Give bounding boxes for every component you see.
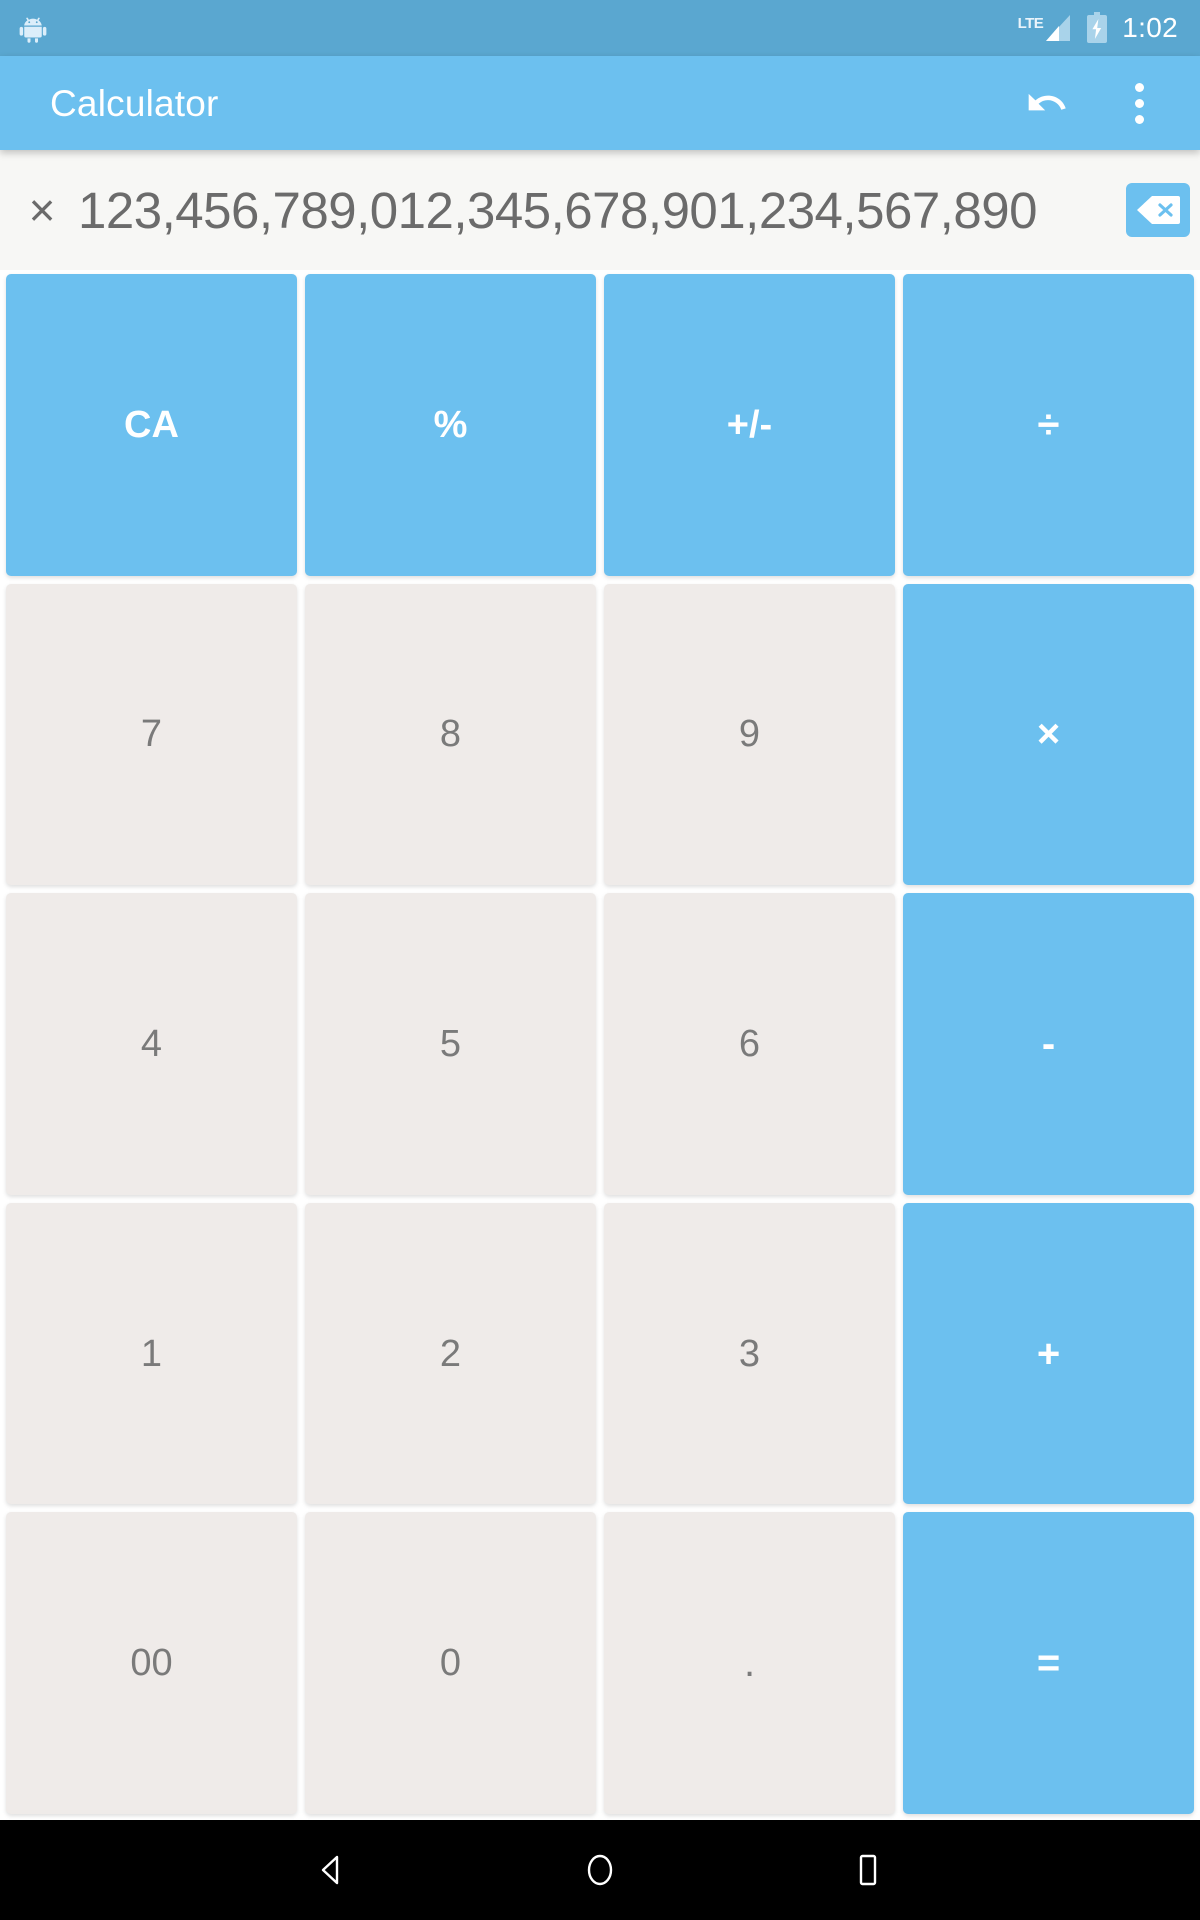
digit-3-button[interactable]: 3 bbox=[604, 1202, 895, 1505]
battery-charging-icon bbox=[1086, 12, 1108, 44]
clear-all-button[interactable]: CA bbox=[6, 274, 297, 576]
sign-toggle-button[interactable]: +/- bbox=[604, 274, 895, 576]
signal-bars-icon: LTE bbox=[1018, 13, 1073, 43]
keypad-row-1: CA % +/- ÷ bbox=[6, 274, 1194, 576]
display-operator: × bbox=[28, 184, 56, 236]
equals-button[interactable]: = bbox=[903, 1512, 1194, 1814]
undo-button[interactable] bbox=[1014, 70, 1080, 136]
divide-button[interactable]: ÷ bbox=[903, 274, 1194, 576]
nav-home-button[interactable] bbox=[561, 1831, 639, 1909]
status-bar: LTE 1:02 bbox=[0, 0, 1200, 56]
keypad-row-4: 1 2 3 + bbox=[6, 1202, 1194, 1505]
calculator-app-screen: LTE 1:02 Calculator × 123,456,789,012,34… bbox=[0, 0, 1200, 1920]
add-button[interactable]: + bbox=[903, 1202, 1194, 1505]
status-bar-left bbox=[18, 13, 48, 43]
network-type-label: LTE bbox=[1017, 15, 1044, 32]
status-bar-right: LTE 1:02 bbox=[1018, 12, 1178, 44]
status-bar-clock: 1:02 bbox=[1122, 12, 1178, 43]
nav-recents-button[interactable] bbox=[829, 1831, 907, 1909]
digit-5-button[interactable]: 5 bbox=[305, 893, 596, 1195]
back-triangle-icon bbox=[312, 1850, 352, 1890]
recents-square-icon bbox=[848, 1850, 888, 1890]
digit-7-button[interactable]: 7 bbox=[6, 583, 297, 886]
home-circle-icon bbox=[580, 1850, 620, 1890]
undo-icon bbox=[1025, 81, 1069, 125]
display-value: 123,456,789,012,345,678,901,234,567,890 bbox=[78, 184, 1037, 236]
digit-0-button[interactable]: 0 bbox=[305, 1512, 596, 1814]
overflow-menu-button[interactable] bbox=[1106, 70, 1172, 136]
keypad: CA % +/- ÷ 7 8 9 × 4 5 6 - 1 2 3 + 00 0 … bbox=[0, 270, 1200, 1820]
percent-button[interactable]: % bbox=[305, 274, 596, 576]
digit-2-button[interactable]: 2 bbox=[305, 1202, 596, 1505]
backspace-icon bbox=[1135, 194, 1181, 226]
digit-8-button[interactable]: 8 bbox=[305, 583, 596, 886]
keypad-row-2: 7 8 9 × bbox=[6, 583, 1194, 886]
multiply-button[interactable]: × bbox=[903, 583, 1194, 886]
keypad-row-5: 00 0 . = bbox=[6, 1512, 1194, 1814]
app-bar-actions bbox=[1014, 70, 1172, 136]
digit-6-button[interactable]: 6 bbox=[604, 893, 895, 1195]
android-robot-icon bbox=[18, 13, 48, 43]
nav-back-button[interactable] bbox=[293, 1831, 371, 1909]
calculator-display[interactable]: × 123,456,789,012,345,678,901,234,567,89… bbox=[0, 150, 1200, 270]
keypad-row-3: 4 5 6 - bbox=[6, 893, 1194, 1195]
app-bar: Calculator bbox=[0, 56, 1200, 150]
android-navigation-bar bbox=[0, 1820, 1200, 1920]
backspace-button[interactable] bbox=[1126, 183, 1190, 237]
digit-9-button[interactable]: 9 bbox=[604, 583, 895, 886]
subtract-button[interactable]: - bbox=[903, 893, 1194, 1195]
double-zero-button[interactable]: 00 bbox=[6, 1512, 297, 1814]
digit-4-button[interactable]: 4 bbox=[6, 893, 297, 1195]
page-title: Calculator bbox=[50, 82, 219, 124]
overflow-menu-icon bbox=[1134, 82, 1144, 124]
digit-1-button[interactable]: 1 bbox=[6, 1202, 297, 1505]
decimal-point-button[interactable]: . bbox=[604, 1512, 895, 1814]
